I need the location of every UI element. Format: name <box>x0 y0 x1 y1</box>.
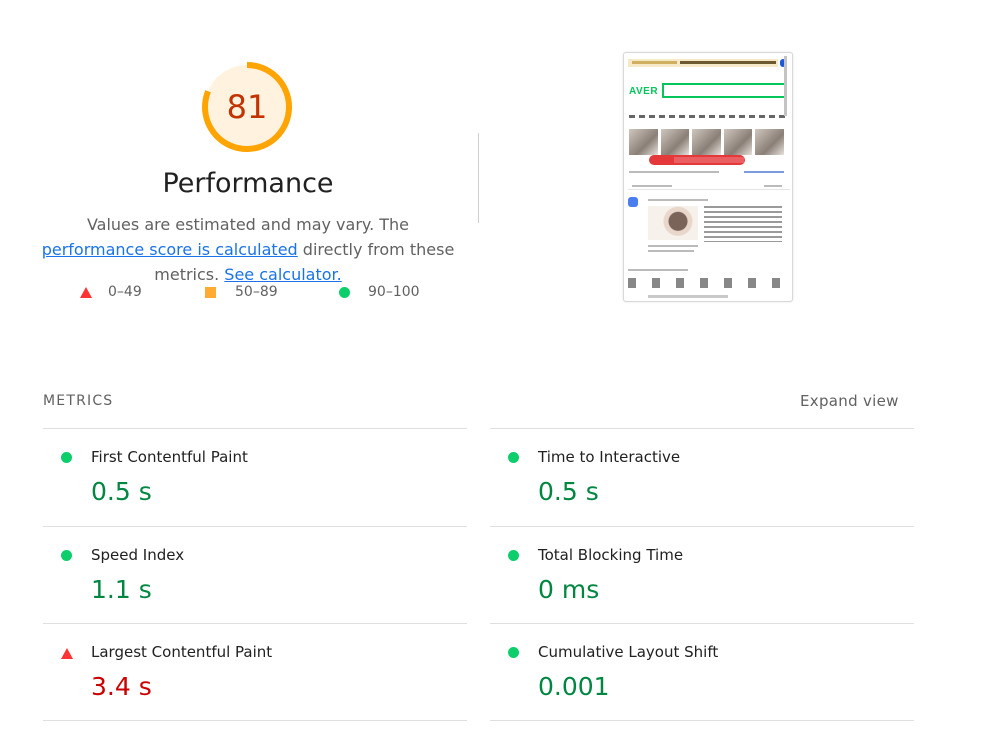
horizontal-scrollbar <box>648 295 728 298</box>
pass-circle-icon <box>61 452 72 463</box>
text-line <box>632 185 672 187</box>
metric-cumulative-layout-shift: Cumulative Layout Shift 0.001 <box>490 624 914 721</box>
divider <box>490 720 914 721</box>
metric-name: Speed Index <box>91 546 185 564</box>
metric-first-contentful-paint: First Contentful Paint 0.5 s <box>43 429 467 526</box>
pass-circle-icon <box>508 550 519 561</box>
ad-image <box>660 129 690 155</box>
square-icon <box>205 286 216 298</box>
text-line <box>629 171 719 173</box>
pass-circle-icon <box>508 452 519 463</box>
legend-label: 90–100 <box>368 284 420 300</box>
bottom-nav <box>628 278 784 288</box>
metric-name: First Contentful Paint <box>91 448 248 466</box>
metric-largest-contentful-paint: Largest Contentful Paint 3.4 s <box>43 624 467 721</box>
triangle-icon <box>80 286 92 298</box>
gauge-title: Performance <box>162 168 334 199</box>
fail-triangle-icon <box>61 648 73 659</box>
metric-value: 3.4 s <box>91 672 152 701</box>
metric-value: 0.5 s <box>538 477 599 506</box>
ad-images <box>629 129 784 155</box>
legend-label: 0–49 <box>108 284 142 300</box>
performance-score-link[interactable]: performance score is calculated <box>42 240 298 259</box>
performance-gauge: 81 <box>200 60 294 154</box>
metric-name: Total Blocking Time <box>538 546 684 564</box>
section-divider <box>478 133 479 223</box>
metric-name: Cumulative Layout Shift <box>538 643 719 661</box>
metrics-heading: METRICS <box>43 393 114 409</box>
metric-speed-index: Speed Index 1.1 s <box>43 527 467 624</box>
performance-score: 81 <box>226 88 268 126</box>
metric-value: 0 ms <box>538 575 600 604</box>
scrollbar <box>784 56 787 116</box>
text-line <box>744 171 784 173</box>
text-line <box>648 250 694 252</box>
text-line <box>764 185 782 187</box>
text-line <box>648 199 708 201</box>
ad-text <box>632 61 677 64</box>
pass-circle-icon <box>508 647 519 658</box>
metric-name: Largest Contentful Paint <box>91 643 273 661</box>
ad-image <box>692 129 721 155</box>
legend-average: 50–89 <box>205 284 278 300</box>
final-screenshot[interactable]: AVER <box>623 52 793 302</box>
ad-image <box>723 129 753 155</box>
legend-fail: 0–49 <box>80 284 142 300</box>
see-calculator-link[interactable]: See calculator. <box>224 265 341 284</box>
promo-text <box>674 157 744 163</box>
metric-value: 0.001 <box>538 672 610 701</box>
pass-circle-icon <box>61 550 72 561</box>
news-image <box>648 206 698 240</box>
metric-name: Time to Interactive <box>538 448 681 466</box>
ad-image <box>755 129 784 155</box>
metric-time-to-interactive: Time to Interactive 0.5 s <box>490 429 914 526</box>
news-text <box>704 206 782 242</box>
metric-value: 1.1 s <box>91 575 152 604</box>
text-line <box>648 245 698 247</box>
site-search-box <box>662 83 786 98</box>
disclaimer-text: Values are estimated and may vary. The p… <box>36 212 460 287</box>
divider <box>43 720 467 721</box>
site-logo: AVER <box>629 86 659 97</box>
legend-label: 50–89 <box>235 284 278 300</box>
news-chip <box>628 197 638 207</box>
ad-image <box>629 129 658 155</box>
expand-view-button[interactable]: Expand view <box>800 392 899 410</box>
ad-text <box>680 61 776 64</box>
disclaimer-prefix: Values are estimated and may vary. The <box>86 215 410 234</box>
metric-total-blocking-time: Total Blocking Time 0 ms <box>490 527 914 624</box>
score-legend: 0–49 50–89 90–100 <box>0 284 500 304</box>
metric-value: 0.5 s <box>91 477 152 506</box>
legend-pass: 90–100 <box>339 284 420 300</box>
site-nav <box>629 115 787 118</box>
circle-icon <box>339 286 350 298</box>
text-line <box>628 269 688 271</box>
